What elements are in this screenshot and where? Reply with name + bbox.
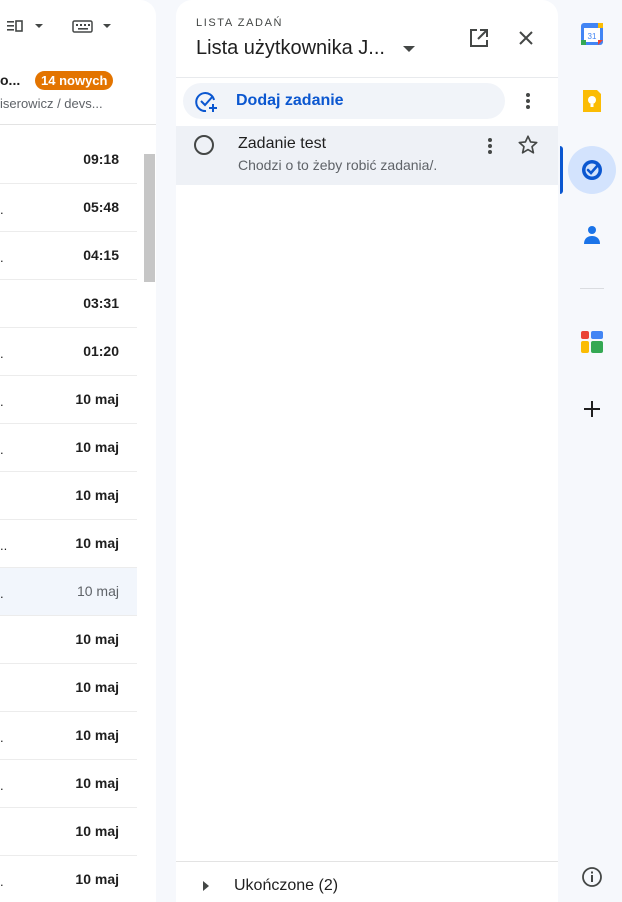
mail-row-subject: . bbox=[0, 250, 4, 265]
mail-row[interactable]: . 04:15 bbox=[0, 232, 137, 280]
mail-row-subject: . bbox=[0, 202, 4, 217]
contacts-icon[interactable] bbox=[580, 222, 604, 246]
new-count-badge: 14 nowych bbox=[35, 71, 114, 90]
mail-row-time: 10 maj bbox=[75, 391, 119, 407]
more-vert-icon[interactable] bbox=[524, 92, 532, 110]
mail-row[interactable]: 10 maj bbox=[0, 472, 137, 520]
mail-row-time: 10 maj bbox=[75, 775, 119, 791]
input-tools-toggle[interactable] bbox=[72, 18, 114, 34]
mail-row-subject: . bbox=[0, 442, 4, 457]
add-task-icon bbox=[195, 92, 217, 113]
close-icon[interactable] bbox=[516, 28, 536, 48]
mail-row-subject: .. bbox=[0, 538, 8, 553]
mail-row[interactable]: 09:18 bbox=[0, 136, 137, 184]
mail-row-time: 04:15 bbox=[83, 247, 119, 263]
active-indicator bbox=[560, 146, 563, 194]
mail-row[interactable]: . 10 maj bbox=[0, 424, 137, 472]
mail-row[interactable]: . 10 maj bbox=[0, 376, 137, 424]
mail-row[interactable]: . 10 maj bbox=[0, 760, 137, 808]
mail-row-time: 10 maj bbox=[75, 871, 119, 887]
chevron-down-icon bbox=[103, 24, 111, 28]
calendar-icon[interactable]: 31 bbox=[580, 22, 604, 46]
divider bbox=[580, 288, 604, 289]
panel-caption: LISTA ZADAŃ bbox=[196, 17, 284, 29]
mail-row[interactable]: . 10 maj bbox=[0, 568, 137, 616]
tasks-icon[interactable] bbox=[580, 158, 604, 182]
mail-row[interactable]: . 05:48 bbox=[0, 184, 137, 232]
mail-row-subject: . bbox=[0, 586, 4, 601]
add-icon[interactable] bbox=[580, 397, 604, 421]
mail-row-time: 01:20 bbox=[83, 343, 119, 359]
info-icon[interactable] bbox=[580, 865, 604, 889]
tasks-panel: LISTA ZADAŃ Lista użytkownika J... Dodaj… bbox=[176, 0, 558, 902]
list-selector[interactable]: Lista użytkownika J... bbox=[196, 37, 385, 60]
mail-row[interactable]: .. 10 maj bbox=[0, 520, 137, 568]
mail-row-time: 10 maj bbox=[75, 631, 119, 647]
more-vert-icon[interactable] bbox=[486, 137, 494, 155]
mail-row-subject: . bbox=[0, 394, 4, 409]
complete-task-checkbox[interactable] bbox=[194, 135, 214, 155]
open-in-new-icon[interactable] bbox=[468, 27, 490, 49]
mail-row[interactable]: . 10 maj bbox=[0, 712, 137, 760]
mail-row-time: 10 maj bbox=[75, 823, 119, 839]
calendar-day: 31 bbox=[588, 32, 597, 41]
mail-row[interactable]: 03:31 bbox=[0, 280, 137, 328]
mail-list-panel: o... 14 nowych iserowicz / devs... 09:18… bbox=[0, 0, 156, 902]
divider bbox=[0, 124, 156, 125]
chevron-down-icon bbox=[35, 24, 43, 28]
mail-row-subject: . bbox=[0, 874, 4, 889]
thread-sender: o... bbox=[0, 72, 21, 88]
mail-row-time: 10 maj bbox=[75, 679, 119, 695]
mail-row-time: 10 maj bbox=[75, 535, 119, 551]
apps-icon[interactable] bbox=[580, 330, 604, 354]
mail-row[interactable]: 10 maj bbox=[0, 616, 137, 664]
split-pane-icon bbox=[7, 20, 23, 32]
chevron-down-icon[interactable] bbox=[402, 44, 416, 54]
star-icon[interactable] bbox=[517, 134, 539, 156]
mail-row[interactable]: 10 maj bbox=[0, 808, 137, 856]
mail-row-subject: . bbox=[0, 730, 4, 745]
mail-row[interactable]: . 01:20 bbox=[0, 328, 137, 376]
split-pane-toggle[interactable] bbox=[6, 18, 46, 34]
keep-icon[interactable] bbox=[580, 89, 604, 113]
scrollbar[interactable] bbox=[144, 154, 155, 282]
mail-row-subject: . bbox=[0, 346, 4, 361]
task-item[interactable]: Zadanie test Chodzi o to żeby robić zada… bbox=[176, 126, 558, 185]
mail-row[interactable]: . 10 maj bbox=[0, 856, 137, 902]
keyboard-icon bbox=[72, 20, 93, 33]
completed-tasks-toggle[interactable]: Ukończone (2) bbox=[234, 877, 338, 895]
mail-row-subject: . bbox=[0, 778, 4, 793]
mail-row-time: 03:31 bbox=[83, 295, 119, 311]
add-task-label: Dodaj zadanie bbox=[236, 92, 344, 109]
mail-row-time: 05:48 bbox=[83, 199, 119, 215]
task-details: Chodzi o to żeby robić zadania/. bbox=[238, 157, 438, 173]
divider bbox=[176, 861, 558, 862]
mail-row-time: 10 maj bbox=[76, 583, 119, 599]
divider bbox=[176, 77, 558, 78]
expand-arrow-icon[interactable] bbox=[202, 880, 210, 892]
thread-path: iserowicz / devs... bbox=[0, 96, 103, 111]
mail-row[interactable]: 10 maj bbox=[0, 664, 137, 712]
mail-row-time: 10 maj bbox=[75, 439, 119, 455]
add-task-button[interactable]: Dodaj zadanie bbox=[183, 83, 505, 119]
mail-row-time: 10 maj bbox=[75, 727, 119, 743]
mail-row-time: 10 maj bbox=[75, 487, 119, 503]
mail-row-time: 09:18 bbox=[83, 151, 119, 167]
task-title: Zadanie test bbox=[238, 135, 327, 152]
side-app-rail: 31 bbox=[560, 0, 622, 902]
